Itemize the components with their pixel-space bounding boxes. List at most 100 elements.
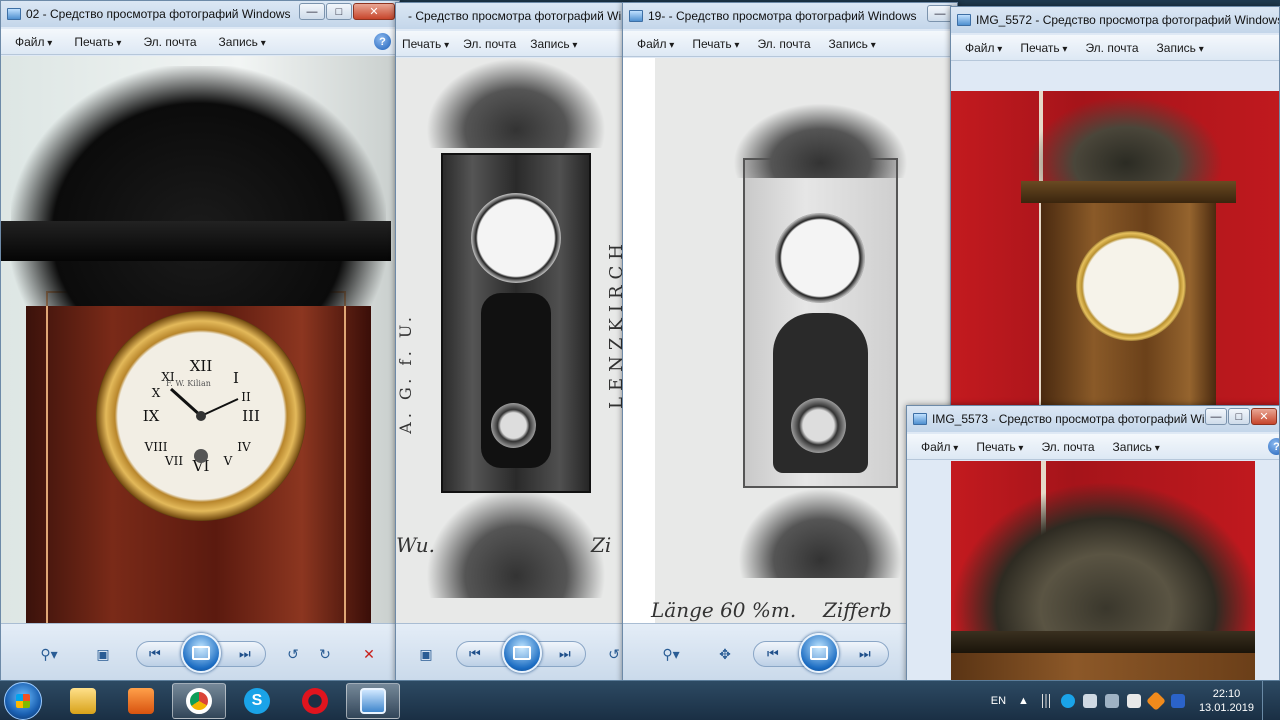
actual-size-icon[interactable]: ▣ bbox=[414, 643, 438, 665]
title-bar[interactable]: 02 - Средство просмотра фотографий Windo… bbox=[1, 1, 399, 27]
menu-print[interactable]: Печать bbox=[692, 37, 739, 51]
maximize-button[interactable]: □ bbox=[326, 3, 352, 20]
photo-carved-crest bbox=[951, 481, 1255, 651]
viewer-toolbar: ▣ ⏮ ⏭ ↺ bbox=[396, 623, 629, 683]
taskbar-opera[interactable] bbox=[288, 683, 342, 719]
title-bar[interactable]: 19- - Средство просмотра фотографий Wind… bbox=[623, 3, 957, 29]
dial-face-svg: XIIIII VIIX III IVV VIIVIII XXI bbox=[143, 357, 260, 475]
zoom-icon[interactable]: ⚲▾ bbox=[37, 643, 61, 665]
actual-size-icon[interactable]: ✥ bbox=[713, 643, 737, 665]
photo-viewer-icon bbox=[360, 688, 386, 714]
minimize-button[interactable]: — bbox=[1205, 408, 1227, 425]
minimize-button[interactable]: — bbox=[299, 3, 325, 20]
title-bar[interactable]: - Средство просмотра фотографий Win... bbox=[396, 3, 629, 29]
carved-crest bbox=[11, 66, 386, 306]
menu-burn[interactable]: Запись bbox=[1113, 440, 1160, 454]
previous-icon[interactable]: ⏮ bbox=[469, 646, 481, 662]
photo-canvas[interactable]: XII III VI IX I II IV V VII VIII X XI F. W. Ki… bbox=[1, 56, 399, 623]
close-button[interactable]: ✕ bbox=[353, 3, 395, 20]
taskbar-chrome[interactable] bbox=[172, 683, 226, 719]
previous-icon[interactable]: ⏮ bbox=[149, 646, 161, 662]
menu-email[interactable]: Эл. почта bbox=[1041, 440, 1094, 454]
taskbar-explorer[interactable] bbox=[56, 683, 110, 719]
menu-burn[interactable]: Запись bbox=[829, 37, 876, 51]
next-icon[interactable]: ⏭ bbox=[559, 646, 571, 662]
opera-icon bbox=[302, 688, 328, 714]
clock[interactable]: 22:10 13.01.2019 bbox=[1199, 687, 1254, 715]
skype-tray-icon[interactable] bbox=[1060, 694, 1075, 708]
svg-text:V: V bbox=[223, 454, 233, 468]
menu-print[interactable]: Печать bbox=[74, 35, 121, 49]
svg-text:III: III bbox=[242, 407, 260, 425]
start-button[interactable] bbox=[4, 682, 42, 720]
window-title: 02 - Средство просмотра фотографий Windo… bbox=[26, 7, 291, 21]
security-tray-icon[interactable] bbox=[1146, 691, 1166, 711]
help-icon[interactable]: ? bbox=[1268, 438, 1279, 455]
menu-file[interactable]: Файл bbox=[15, 35, 52, 49]
show-desktop-button[interactable] bbox=[1262, 681, 1272, 720]
media-player-icon bbox=[128, 688, 154, 714]
photo-viewer-window-2[interactable]: - Средство просмотра фотографий Win... П… bbox=[395, 2, 630, 684]
menu-print[interactable]: Печать bbox=[976, 440, 1023, 454]
photo-viewer-window-1[interactable]: 02 - Средство просмотра фотографий Windo… bbox=[0, 0, 400, 684]
svg-text:VIII: VIII bbox=[144, 440, 168, 454]
menu-email[interactable]: Эл. почта bbox=[463, 37, 516, 51]
slideshow-button[interactable] bbox=[502, 633, 542, 673]
photo-viewer-window-5[interactable]: IMG_5573 - Средство просмотра фотографий… bbox=[906, 405, 1280, 684]
svg-text:II: II bbox=[241, 390, 251, 404]
network-icon[interactable] bbox=[1104, 694, 1119, 708]
photo-viewer-icon bbox=[957, 14, 971, 26]
engraving-caption-left: Wu. bbox=[396, 533, 435, 557]
menu-burn[interactable]: Запись bbox=[1157, 41, 1204, 55]
photo-viewer-icon bbox=[7, 8, 21, 20]
slideshow-button[interactable] bbox=[799, 633, 839, 673]
photo-canvas[interactable] bbox=[951, 461, 1255, 683]
bluetooth-icon[interactable] bbox=[1170, 694, 1185, 708]
menu-print[interactable]: Печать bbox=[402, 37, 449, 51]
menu-file[interactable]: Файл bbox=[921, 440, 958, 454]
menu-file[interactable]: Файл bbox=[965, 41, 1002, 55]
language-indicator[interactable]: EN bbox=[991, 695, 1006, 707]
zoom-icon[interactable]: ⚲▾ bbox=[659, 643, 683, 665]
svg-text:IX: IX bbox=[143, 407, 160, 425]
clock-dial: XII III VI IX I II IV V VII VIII X XI F. W. Ki… bbox=[96, 311, 306, 521]
shield-icon[interactable] bbox=[1126, 694, 1141, 708]
folder-icon bbox=[70, 688, 96, 714]
rotate-left-icon[interactable]: ↺ bbox=[281, 643, 305, 665]
previous-icon[interactable]: ⏮ bbox=[767, 646, 779, 662]
next-icon[interactable]: ⏭ bbox=[239, 646, 251, 662]
menu-email[interactable]: Эл. почта bbox=[143, 35, 196, 49]
dial-maker-text: F. W. Kilian bbox=[166, 379, 211, 388]
engraving-dial bbox=[775, 213, 865, 303]
window-title: IMG_5572 - Средство просмотра фотографий… bbox=[976, 13, 1279, 27]
photo-canvas[interactable]: A. G. f. U. LENZKIRCH Wu. Zi bbox=[396, 58, 629, 623]
title-bar[interactable]: IMG_5572 - Средство просмотра фотографий… bbox=[951, 7, 1279, 33]
engraving-bottom-ornament bbox=[426, 488, 606, 598]
volume-icon[interactable] bbox=[1082, 694, 1097, 708]
actual-size-icon[interactable]: ▣ bbox=[91, 643, 115, 665]
close-button[interactable]: ✕ bbox=[1251, 408, 1277, 425]
svg-text:X: X bbox=[152, 386, 161, 400]
menu-burn[interactable]: Запись bbox=[219, 35, 266, 49]
engraving-dial bbox=[471, 193, 561, 283]
rotate-right-icon[interactable]: ↻ bbox=[313, 643, 337, 665]
menu-email[interactable]: Эл. почта bbox=[757, 37, 810, 51]
next-icon[interactable]: ⏭ bbox=[859, 646, 871, 662]
menu-email[interactable]: Эл. почта bbox=[1085, 41, 1138, 55]
engraving-caption-right: Zi bbox=[591, 533, 612, 557]
taskbar-photo-viewer[interactable] bbox=[346, 683, 400, 719]
show-hidden-icons[interactable]: ▲ bbox=[1018, 695, 1029, 707]
signal-icon[interactable] bbox=[1038, 694, 1053, 708]
taskbar-media-player[interactable] bbox=[114, 683, 168, 719]
title-bar[interactable]: IMG_5573 - Средство просмотра фотографий… bbox=[907, 406, 1279, 432]
menu-file[interactable]: Файл bbox=[637, 37, 674, 51]
help-icon[interactable]: ? bbox=[374, 33, 391, 50]
menu-print[interactable]: Печать bbox=[1020, 41, 1067, 55]
menu-bar: Файл Печать Эл. почта Запись bbox=[951, 35, 1279, 61]
menu-burn[interactable]: Запись bbox=[530, 37, 577, 51]
maximize-button[interactable]: □ bbox=[1228, 408, 1250, 425]
delete-icon[interactable]: ✕ bbox=[357, 643, 381, 665]
taskbar-skype[interactable]: S bbox=[230, 683, 284, 719]
chrome-icon bbox=[186, 688, 212, 714]
slideshow-button[interactable] bbox=[181, 633, 221, 673]
